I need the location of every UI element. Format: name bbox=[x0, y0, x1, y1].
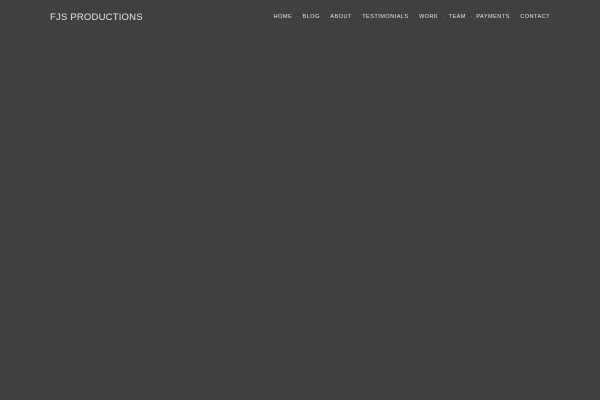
hero-background bbox=[0, 36, 600, 400]
nav-item-work[interactable]: WORK bbox=[419, 13, 438, 22]
main-nav: HOME · BLOG · ABOUT · TESTIMONIALS · WOR… bbox=[274, 13, 550, 22]
nav-item-about[interactable]: ABOUT bbox=[330, 13, 352, 22]
nav-separator: · bbox=[296, 14, 299, 20]
nav-separator: · bbox=[356, 14, 358, 20]
nav-separator: · bbox=[514, 14, 517, 20]
page: FJS PRODUCTIONS HOME · BLOG · ABOUT · TE… bbox=[0, 0, 600, 400]
nav-item-testimonials[interactable]: TESTIMONIALS bbox=[362, 13, 408, 22]
nav-item-blog[interactable]: BLOG bbox=[303, 13, 320, 22]
nav-item-payments[interactable]: PAYMENTS bbox=[476, 13, 510, 22]
site-header: FJS PRODUCTIONS HOME · BLOG · ABOUT · TE… bbox=[0, 0, 600, 36]
nav-separator: · bbox=[442, 14, 445, 20]
nav-separator: · bbox=[324, 14, 327, 20]
site-logo-link[interactable]: FJS PRODUCTIONS bbox=[50, 12, 143, 24]
nav-separator: · bbox=[412, 14, 415, 20]
nav-separator: · bbox=[470, 14, 473, 20]
nav-item-contact[interactable]: CONTACT bbox=[520, 13, 550, 22]
nav-item-team[interactable]: TEAM bbox=[449, 13, 466, 22]
nav-item-home[interactable]: HOME bbox=[274, 13, 293, 22]
